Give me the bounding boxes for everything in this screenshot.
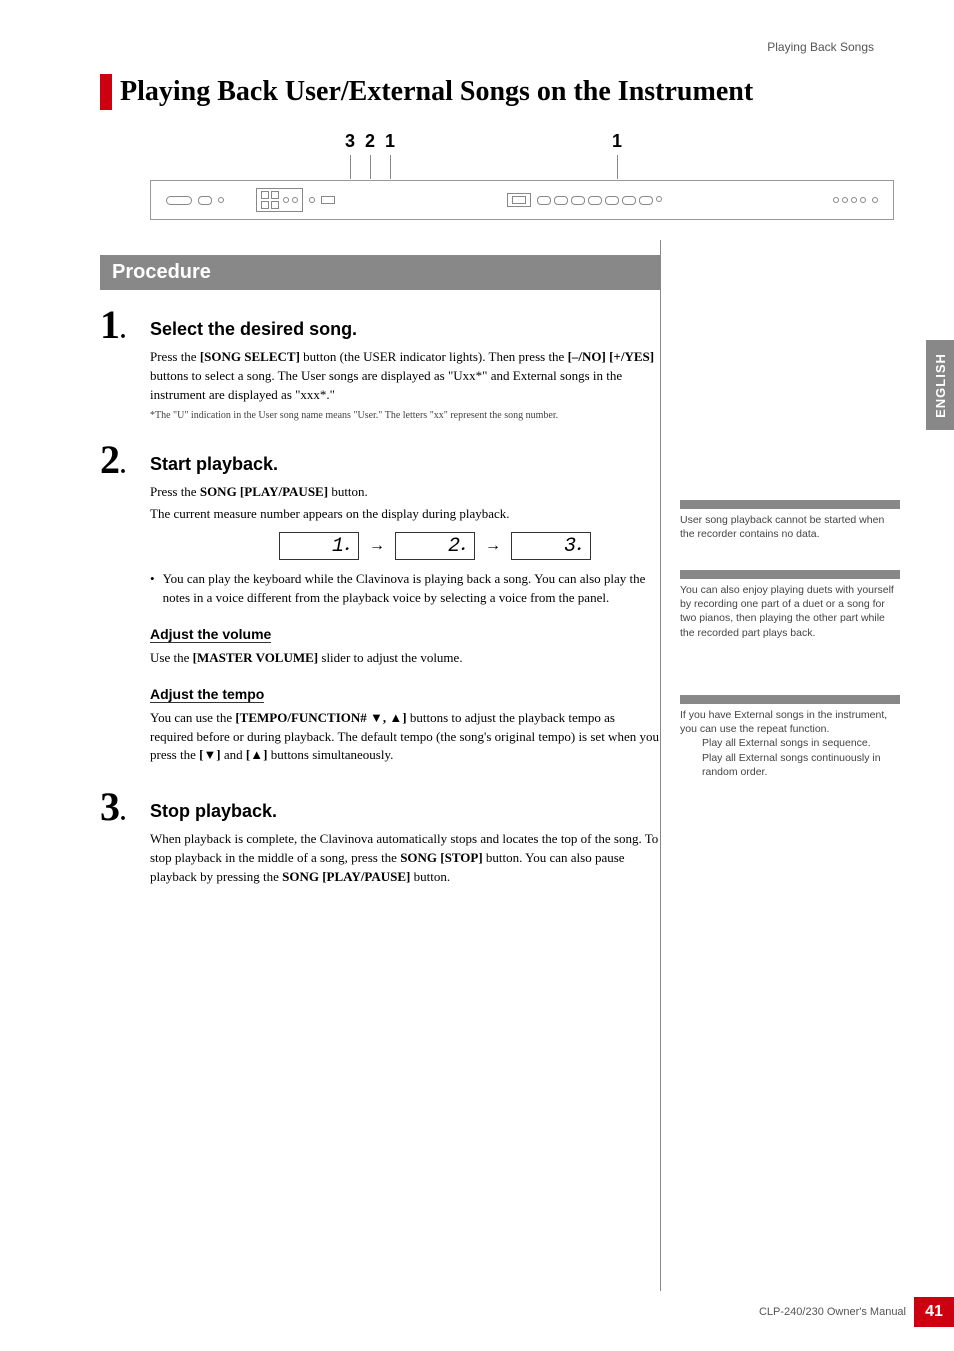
note-accent-bar: [680, 500, 900, 509]
note-1: User song playback cannot be started whe…: [680, 500, 900, 541]
language-tab-label: ENGLISH: [933, 353, 948, 418]
step-2: 2. Start playback. Press the SONG [PLAY/…: [100, 440, 660, 770]
adjust-volume-body: Use the [MASTER VOLUME] slider to adjust…: [150, 649, 660, 668]
step-1: 1. Select the desired song. Press the [S…: [100, 305, 660, 422]
step-1-heading: Select the desired song.: [150, 305, 660, 340]
seg-display-1: 1•: [279, 532, 359, 560]
panel-oval-icon: [198, 196, 212, 205]
instrument-panel-diagram: [150, 180, 894, 220]
panel-dot-icon: [218, 197, 224, 203]
step-2-heading: Start playback.: [150, 440, 660, 475]
song-select-group-icon: [507, 193, 531, 207]
note-accent-bar: [680, 695, 900, 704]
page-title: Playing Back User/External Songs on the …: [120, 76, 753, 108]
page-footer: CLP-240/230 Owner's Manual 41: [759, 1297, 954, 1327]
voice-buttons-icon: [537, 196, 662, 205]
diagram-marker-1a: 1: [385, 131, 395, 152]
note-2: You can also enjoy playing duets with yo…: [680, 570, 900, 640]
seg-display-3: 3•: [511, 532, 591, 560]
arrow-icon: →: [369, 537, 385, 555]
seg-display-2: 2•: [395, 532, 475, 560]
transport-group-icon: [256, 188, 303, 212]
step-3: 3. Stop playback. When playback is compl…: [100, 787, 660, 891]
control-diagram: 3 2 1 1: [200, 125, 874, 225]
adjust-tempo-body: You can use the [TEMPO/FUNCTION# ▼, ▲] b…: [150, 709, 660, 766]
note-3: If you have External songs in the instru…: [680, 695, 900, 779]
diagram-marker-3: 3: [345, 131, 355, 152]
language-tab: ENGLISH: [926, 340, 954, 430]
note-3-text-b: Play all External songs in sequence.: [702, 736, 900, 750]
step-2-body-2: The current measure number appears on th…: [150, 505, 660, 524]
measure-display-sequence: 1• → 2• → 3•: [210, 532, 660, 560]
diagram-marker-1b: 1: [612, 131, 622, 152]
step-number-3: 3.: [100, 787, 150, 891]
adjust-tempo-heading: Adjust the tempo: [150, 686, 264, 703]
step-1-footnote: *The "U" indication in the User song nam…: [150, 409, 660, 422]
adjust-volume-heading: Adjust the volume: [150, 626, 271, 643]
column-divider: [660, 240, 661, 1291]
note-3-text-c: Play all External songs continuously in …: [702, 751, 900, 779]
procedure-heading: Procedure: [100, 255, 660, 290]
step-number-2: 2.: [100, 440, 150, 770]
note-2-text: You can also enjoy playing duets with yo…: [680, 583, 900, 640]
volume-slider-icon: [166, 196, 192, 205]
page-title-row: Playing Back User/External Songs on the …: [100, 74, 874, 110]
step-2-body-1: Press the SONG [PLAY/PAUSE] button.: [150, 483, 660, 502]
step-3-body: When playback is complete, the Clavinova…: [150, 830, 660, 887]
breadcrumb: Playing Back Songs: [100, 40, 874, 54]
arrow-icon: →: [485, 537, 501, 555]
bullet-icon: •: [150, 570, 155, 608]
note-3-text-a: If you have External songs in the instru…: [680, 708, 900, 736]
step-2-bullet: • You can play the keyboard while the Cl…: [150, 570, 660, 608]
step-3-heading: Stop playback.: [150, 787, 660, 822]
step-1-body: Press the [SONG SELECT] button (the USER…: [150, 348, 660, 405]
note-accent-bar: [680, 570, 900, 579]
title-accent-bar: [100, 74, 112, 110]
footer-manual-name: CLP-240/230 Owner's Manual: [759, 1306, 906, 1318]
note-1-text: User song playback cannot be started whe…: [680, 513, 900, 541]
step-number-1: 1.: [100, 305, 150, 422]
page-number: 41: [914, 1297, 954, 1327]
diagram-marker-2: 2: [365, 131, 375, 152]
